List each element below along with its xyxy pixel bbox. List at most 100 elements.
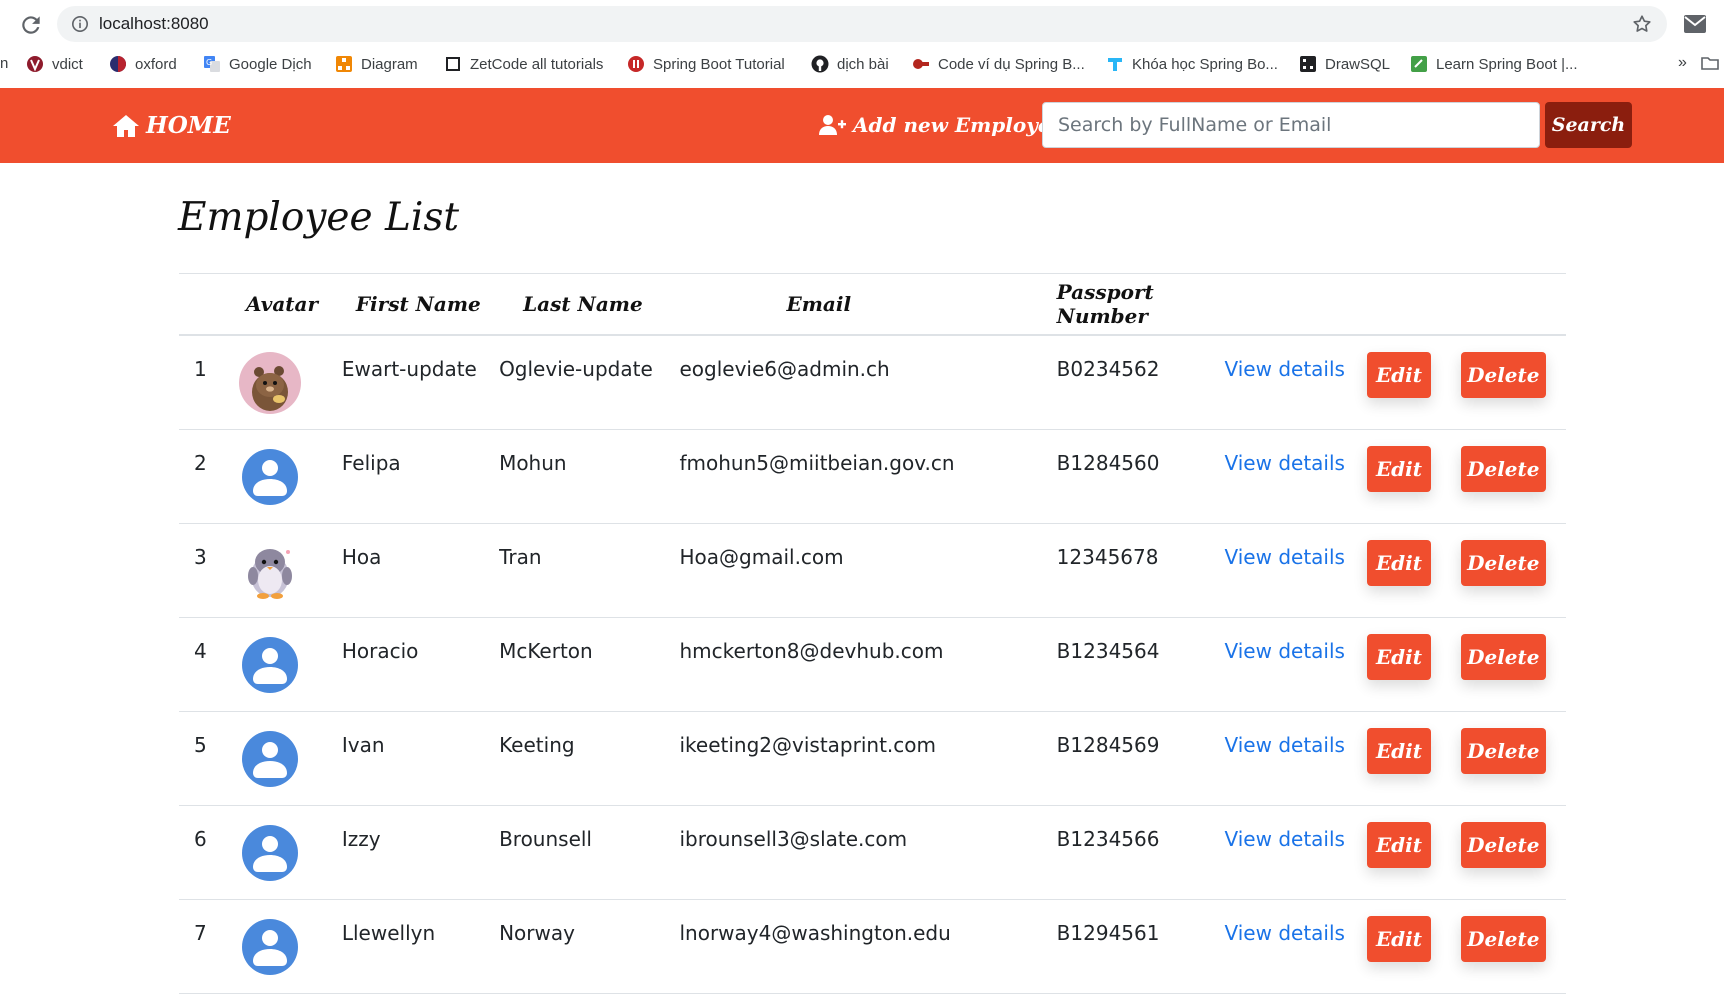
bookmark-label: Diagram: [361, 55, 418, 73]
table-body: 1 Ewart-update Oglevie-update eoglevie6@adm…: [179, 335, 1566, 994]
page-title: Employee List: [178, 195, 460, 240]
email-cell: hmckerton8@devhub.com: [679, 639, 944, 663]
last-name-cell: McKerton: [499, 639, 593, 663]
bookmark-dich-bai[interactable]: dịch bài: [811, 52, 889, 76]
bookmark-learn-spring-boot[interactable]: Learn Spring Boot |...: [1410, 52, 1577, 76]
bookmark-drawsql[interactable]: DrawSQL: [1299, 52, 1390, 76]
add-employee-link[interactable]: Add new Employee: [819, 113, 1063, 137]
github-icon: [811, 55, 829, 73]
edit-button[interactable]: Edit: [1366, 728, 1431, 774]
default-avatar-icon: [242, 825, 298, 881]
first-name-cell: Horacio: [341, 639, 419, 663]
search-input[interactable]: [1042, 102, 1540, 148]
delete-button[interactable]: Delete: [1460, 822, 1546, 868]
mail-extension-icon[interactable]: [1683, 14, 1707, 34]
bookmark-google-dich[interactable]: G Google Dịch: [203, 52, 312, 76]
bookmark-code-vi-du[interactable]: Code ví dụ Spring B...: [912, 52, 1085, 76]
zetcode-icon: [446, 57, 460, 71]
header-edit: [1366, 273, 1461, 336]
other-bookmarks-folder-icon[interactable]: [1700, 53, 1720, 73]
header-avatar: Avatar: [239, 273, 342, 336]
default-avatar-icon: [242, 731, 298, 787]
bookmark-khoa-hoc[interactable]: Khóa học Spring Bo...: [1106, 52, 1278, 76]
view-details-link[interactable]: View details: [1225, 618, 1367, 663]
row-index: 1: [194, 357, 207, 381]
header-delete: [1460, 273, 1566, 336]
header-email: Email: [679, 273, 1057, 336]
view-details-link[interactable]: View details: [1225, 806, 1367, 851]
row-index: 2: [194, 451, 207, 475]
employee-table: Avatar First Name Last Name Email Passpo…: [179, 273, 1566, 994]
reload-icon[interactable]: [18, 12, 44, 38]
view-details-link[interactable]: View details: [1225, 430, 1367, 475]
info-icon[interactable]: [71, 15, 89, 33]
table-row: 6 Izzy Brounsell ibrounsell3@slate.com B1234…: [179, 805, 1566, 900]
edit-button[interactable]: Edit: [1366, 446, 1431, 492]
row-index: 6: [194, 827, 207, 851]
edit-button[interactable]: Edit: [1366, 634, 1431, 680]
row-index: 5: [194, 733, 207, 757]
bookmark-label: Code ví dụ Spring B...: [938, 55, 1085, 73]
home-link[interactable]: HOME: [112, 112, 231, 139]
row-index: 3: [194, 545, 207, 569]
default-avatar-icon: [242, 449, 298, 505]
bookmark-label: ZetCode all tutorials: [470, 55, 604, 73]
bookmark-label: Google Dịch: [229, 55, 312, 73]
search-button[interactable]: Search: [1545, 102, 1632, 148]
passport-cell: B1234564: [1056, 639, 1160, 663]
passport-cell: 12345678: [1056, 545, 1159, 569]
navbar: HOME Add new Employee Search: [0, 88, 1724, 163]
email-cell: ikeeting2@vistaprint.com: [679, 733, 936, 757]
bookmark-oxford[interactable]: oxford: [109, 52, 177, 76]
email-cell: fmohun5@miitbeian.gov.cn: [679, 451, 955, 475]
passport-cell: B1284569: [1056, 733, 1160, 757]
home-icon: [113, 114, 139, 137]
bookmark-vdict[interactable]: vdict: [26, 52, 83, 76]
delete-button[interactable]: Delete: [1460, 634, 1546, 680]
view-details-link[interactable]: View details: [1225, 712, 1367, 757]
edit-button[interactable]: Edit: [1366, 352, 1431, 398]
delete-button[interactable]: Delete: [1460, 446, 1546, 492]
delete-button[interactable]: Delete: [1460, 916, 1546, 962]
default-avatar-icon: [242, 919, 298, 975]
bookmark-label: oxford: [135, 55, 177, 73]
course-icon: [1108, 58, 1122, 71]
bookmark-star-icon[interactable]: [1631, 13, 1653, 35]
last-name-cell: Keeting: [499, 733, 575, 757]
bookmark-diagram[interactable]: Diagram: [335, 52, 418, 76]
bookmark-spring-boot-tutorial[interactable]: Spring Boot Tutorial: [627, 52, 785, 76]
first-name-cell: Ewart-update: [341, 357, 477, 381]
bookmark-zetcode[interactable]: ZetCode all tutorials: [444, 52, 603, 76]
bear-avatar-icon: [239, 352, 301, 414]
table-row: 5 Ivan Keeting ikeeting2@vistaprint.com B128…: [179, 711, 1566, 806]
oxford-icon: [110, 56, 126, 72]
last-name-cell: Mohun: [499, 451, 567, 475]
row-index: 7: [194, 921, 207, 945]
delete-button[interactable]: Delete: [1460, 352, 1546, 398]
delete-button[interactable]: Delete: [1460, 728, 1546, 774]
avatar: [239, 900, 342, 978]
edit-button[interactable]: Edit: [1366, 916, 1431, 962]
view-details-link[interactable]: View details: [1225, 524, 1367, 569]
view-details-link[interactable]: View details: [1225, 900, 1367, 945]
email-cell: ibrounsell3@slate.com: [679, 827, 908, 851]
table-header-row: Avatar First Name Last Name Email Passpo…: [179, 273, 1566, 336]
first-name-cell: Izzy: [341, 827, 381, 851]
edit-button[interactable]: Edit: [1366, 540, 1431, 586]
penguin-avatar-icon: [248, 549, 292, 599]
bookmark-label: DrawSQL: [1325, 55, 1391, 73]
avatar: [239, 430, 342, 508]
edit-button[interactable]: Edit: [1366, 822, 1431, 868]
last-name-cell: Tran: [499, 545, 542, 569]
user-plus-icon: [819, 115, 846, 135]
bookmarks-bar: n vdict oxford G Google Dịch Diagram Zet…: [0, 47, 1724, 81]
email-cell: Hoa@gmail.com: [679, 545, 844, 569]
bookmarks-more-button[interactable]: »: [1678, 54, 1687, 72]
view-details-link[interactable]: View details: [1225, 336, 1367, 381]
email-cell: lnorway4@washington.edu: [679, 921, 951, 945]
row-index: 4: [194, 639, 207, 663]
address-bar[interactable]: localhost:8080: [57, 6, 1667, 42]
delete-button[interactable]: Delete: [1460, 540, 1546, 586]
svg-text:G: G: [206, 58, 212, 67]
add-employee-label: Add new Employee: [853, 113, 1064, 137]
